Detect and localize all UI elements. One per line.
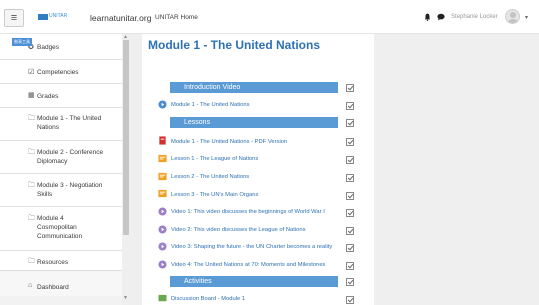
sidebar-item-label: Module 2 - Conference Diplomacy (37, 149, 104, 165)
top-navbar: ≡ UNITAR learnatunitar.org UNITAR Home S… (0, 0, 539, 34)
site-name-link[interactable]: learnatunitar.org (90, 13, 151, 23)
completion-checkbox[interactable] (346, 102, 354, 110)
completion-checkbox[interactable] (346, 244, 354, 252)
sidebar-item-label: Resources (37, 259, 69, 266)
scroll-down-icon[interactable]: ▼ (123, 295, 128, 301)
video-icon (158, 260, 167, 269)
section-label: Activities (184, 278, 212, 285)
sidebar-item-label: Competencies (37, 69, 79, 76)
completion-checkbox[interactable] (346, 138, 354, 146)
avatar[interactable] (505, 9, 520, 24)
activity-link[interactable]: Lesson 1 - The League of Nations (171, 156, 258, 162)
sidebar-item-label: Module 3 - Negotiation Skills (37, 182, 103, 198)
sidebar-item-label: Dashboard (37, 284, 69, 291)
video-icon (158, 100, 167, 109)
completion-checkbox[interactable] (346, 84, 354, 92)
sidebar-item-label: Grades (37, 93, 59, 100)
completion-checkbox[interactable] (346, 156, 354, 164)
sidebar-item-module-3[interactable]: 🗀 Module 3 - Negotiation Skills (0, 174, 122, 207)
content-gutter (130, 34, 142, 305)
sidebar-item-grades[interactable]: ▦ Grades (0, 84, 122, 108)
activity-link[interactable]: Video 2: This video discusses the League… (171, 227, 306, 233)
sidebar-item-module-4[interactable]: 🗀 Module 4 Cosmopolitan Communication (0, 207, 122, 251)
lesson-icon (158, 172, 167, 181)
sidebar-item-label: Module 4 Cosmopolitan Communication (37, 215, 83, 240)
sidebar-item-module-1[interactable]: 🗀 Module 1 - The United Nations (0, 108, 122, 141)
activity-link[interactable]: Video 4: The United Nations at 70: Momen… (171, 262, 325, 268)
video-icon (158, 242, 167, 251)
sidebar-item-label: Module 1 - The United Nations (37, 115, 102, 131)
folder-icon: 🗀 (28, 182, 35, 189)
sidebar-item-dashboard[interactable]: ⌂ Dashboard (0, 270, 122, 296)
hamburger-icon[interactable]: ≡ (4, 9, 24, 27)
logo-mark (38, 14, 48, 20)
activity-link[interactable]: Discussion Board - Module 1 (171, 296, 245, 302)
folder-icon: 🗀 (28, 115, 35, 122)
pdf-icon (159, 136, 166, 145)
dashboard-icon: ⌂ (28, 282, 33, 289)
page-title: Module 1 - The United Nations (148, 38, 321, 52)
bell-icon[interactable] (424, 13, 431, 21)
activity-link[interactable]: Module 1 - The United Nations (171, 102, 250, 108)
sidebar-item-module-2[interactable]: 🗀 Module 2 - Conference Diplomacy (0, 141, 122, 174)
video-icon (158, 225, 167, 234)
lesson-icon (158, 154, 167, 163)
forum-icon (158, 294, 167, 302)
checkbox-icon: ☑ (28, 69, 35, 76)
site-logo[interactable]: UNITAR (38, 13, 68, 21)
activity-link[interactable]: Video 3: Shaping the future - the UN Cha… (171, 244, 332, 250)
completion-checkbox[interactable] (346, 174, 354, 182)
logo-text: UNITAR (49, 13, 68, 19)
sidebar-scrollbar-thumb[interactable] (123, 40, 129, 235)
lesson-icon (158, 189, 167, 198)
folder-icon: 🗀 (28, 215, 35, 222)
activity-link[interactable]: Lesson 3 - The UN's Main Organs (171, 192, 258, 198)
activity-link[interactable]: Module 1 - The United Nations - PDF Vers… (171, 139, 287, 145)
completion-checkbox[interactable] (346, 262, 354, 270)
section-label: Lessons (184, 119, 211, 126)
sidebar-item-label: Badges (37, 44, 60, 51)
completion-checkbox[interactable] (346, 227, 354, 235)
right-panel (374, 34, 539, 305)
chevron-down-icon[interactable]: ▾ (525, 14, 528, 21)
chat-icon[interactable] (437, 13, 445, 21)
activity-link[interactable]: Video 1: This video discusses the beginn… (171, 209, 325, 215)
completion-checkbox[interactable] (346, 296, 354, 304)
unitar-home-link[interactable]: UNITAR Home (155, 14, 198, 21)
scroll-up-icon[interactable]: ▲ (123, 34, 128, 40)
user-name[interactable]: Stephanie Locker (451, 14, 498, 20)
completion-checkbox[interactable] (346, 192, 354, 200)
completion-checkbox[interactable] (346, 278, 354, 286)
sidebar-item-competencies[interactable]: ☑ Competencies (0, 60, 122, 84)
folder-icon: 🗀 (28, 258, 35, 265)
toolbar-tag: 制表工具 (12, 38, 32, 46)
section-label: Introduction Video (184, 84, 241, 91)
grid-icon: ▦ (28, 92, 35, 99)
completion-checkbox[interactable] (346, 209, 354, 217)
activity-link[interactable]: Lesson 2 - The United Nations (171, 174, 249, 180)
completion-checkbox[interactable] (346, 119, 354, 127)
folder-icon: 🗀 (28, 149, 35, 156)
video-icon (158, 207, 167, 216)
